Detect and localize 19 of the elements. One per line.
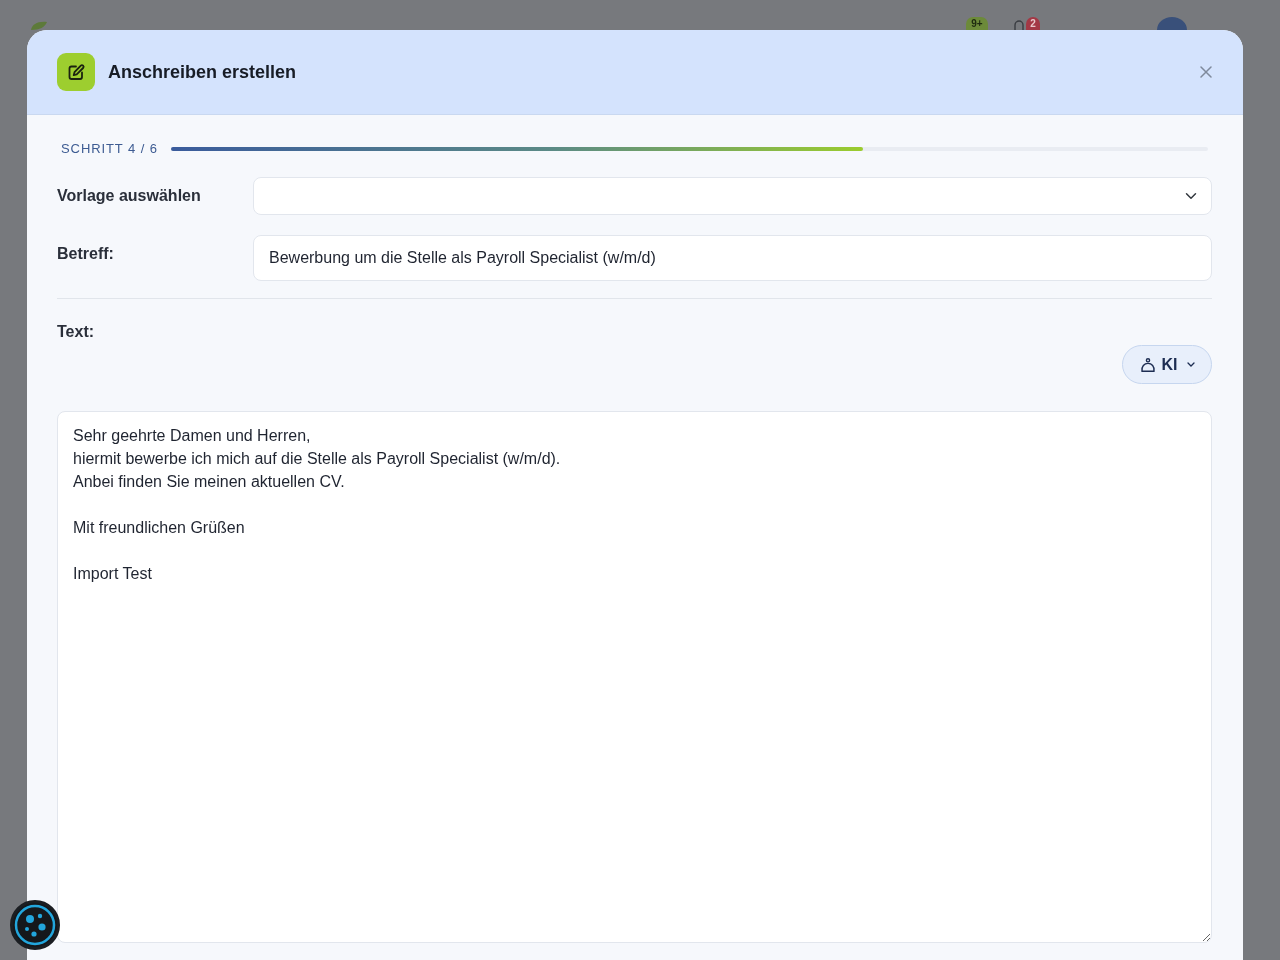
field-label: Betreff: (57, 244, 115, 264)
logo-icon (30, 21, 48, 30)
close-button[interactable] (1200, 66, 1212, 78)
notification-badge: 9+ (966, 17, 988, 30)
edit-icon (57, 53, 95, 91)
message-textarea[interactable]: Sehr geehrte Damen und Herren, hiermit bewerbe ich mich auf die Stelle als Payroll Specialist (w/m/d). Anbei finden Sie meinen aktuellen CV. Mit freundlichen Grüßen Import Test (57, 411, 1212, 943)
dots-circle-icon[interactable] (10, 900, 60, 950)
cloche-icon (1139, 356, 1156, 373)
field-label: Vorlage auswählen (57, 186, 202, 206)
dialog-title: Anschreiben erstellen (108, 61, 297, 84)
step-label: SCHRITT 4 / 6 (60, 141, 158, 157)
field-label: Text: (57, 322, 95, 342)
notification-badge: 2 (1026, 17, 1040, 30)
ai-dropdown-button[interactable]: KI (1122, 345, 1212, 384)
avatar-placeholder[interactable] (1157, 17, 1187, 30)
bell-icon (1014, 19, 1024, 30)
caret-icon (1186, 362, 1195, 367)
subject-input[interactable]: Bewerbung um die Stelle als Payroll Specialist (w/m/d) (253, 235, 1212, 281)
close-icon (1200, 66, 1212, 78)
